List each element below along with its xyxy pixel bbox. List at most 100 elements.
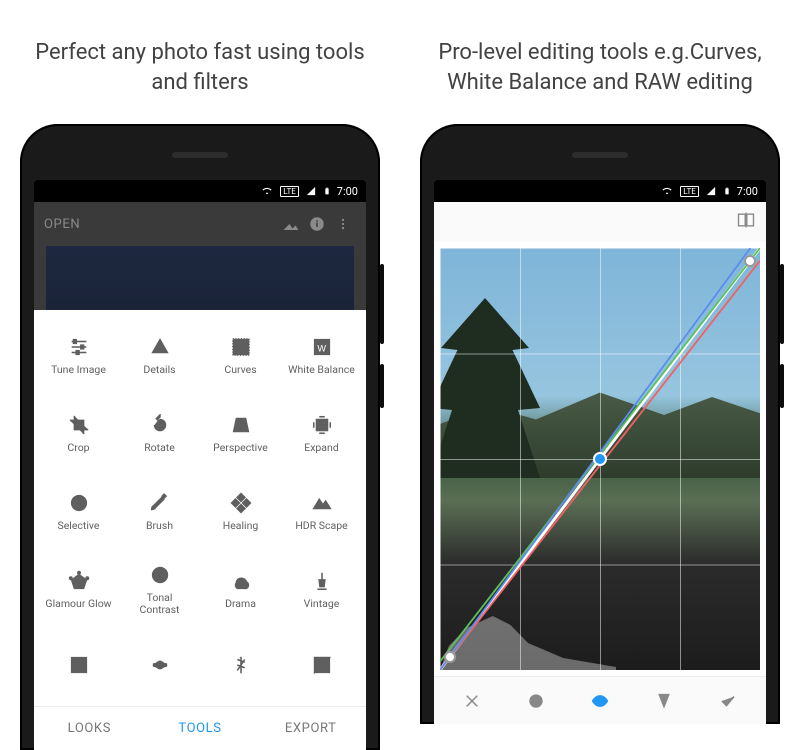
tool-vintage[interactable]: Vintage (281, 550, 362, 628)
curve-point-highlight[interactable] (744, 255, 756, 267)
open-button[interactable]: OPEN (44, 217, 80, 232)
tool-selective[interactable]: Selective (38, 472, 119, 550)
white-balance-icon: W (311, 335, 333, 359)
tools-panel: Tune Image Details Curves W White Balance Cro… (34, 310, 366, 750)
tool-hdr-scape[interactable]: HDR Scape (281, 472, 362, 550)
power-button (780, 364, 784, 408)
tool-tonal-contrast[interactable]: Tonal Contrast (119, 550, 200, 628)
power-button (380, 364, 384, 408)
channel-luminance-icon[interactable] (504, 692, 568, 710)
tool-label: Crop (67, 442, 89, 454)
curve-point-mid[interactable] (593, 452, 607, 466)
hdr-scape-icon (311, 491, 333, 515)
info-icon[interactable] (304, 215, 330, 233)
tool-label: Curves (224, 364, 256, 376)
tool-label: Tonal Contrast (126, 592, 194, 615)
grunge-icon (230, 653, 252, 677)
status-bar: LTE 7:00 (434, 180, 766, 202)
battery-icon (323, 185, 331, 197)
tool-details[interactable]: Details (119, 316, 200, 394)
tonal-contrast-icon (149, 563, 171, 587)
tab-tools[interactable]: TOOLS (145, 707, 256, 750)
tool-label: Drama (225, 598, 256, 610)
compare-icon[interactable] (736, 210, 756, 234)
tool-label: Vintage (304, 598, 340, 610)
details-icon (149, 335, 171, 359)
channel-picker-icon[interactable] (632, 692, 696, 710)
tool-grainy-film[interactable] (38, 628, 119, 706)
tool-expand[interactable]: Expand (281, 394, 362, 472)
selective-icon (68, 491, 90, 515)
tool-label: Expand (304, 442, 339, 454)
network-label: LTE (280, 186, 299, 197)
tool-label: Glamour Glow (45, 598, 111, 610)
volume-rocker (780, 264, 784, 344)
curves-editor[interactable] (434, 242, 766, 676)
healing-icon (230, 491, 252, 515)
signal-icon (305, 186, 317, 196)
drama-icon (230, 569, 252, 593)
rotate-icon (149, 413, 171, 437)
tool-black-white[interactable] (281, 628, 362, 706)
tool-grunge[interactable] (200, 628, 281, 706)
show-hide-icon[interactable] (568, 692, 632, 710)
retrolux-icon (149, 653, 171, 677)
curves-bottombar (434, 676, 766, 724)
caption-right: Pro-level editing tools e.g.Curves, Whit… (400, 0, 800, 124)
crop-icon (68, 413, 90, 437)
black-white-icon (311, 653, 333, 677)
phone-frame-right: LTE 7:00 (420, 124, 780, 724)
expand-icon (311, 413, 333, 437)
apply-button[interactable] (696, 692, 760, 710)
tool-curves[interactable]: Curves (200, 316, 281, 394)
tool-tune-image[interactable]: Tune Image (38, 316, 119, 394)
tool-label: Rotate (144, 442, 175, 454)
tab-export[interactable]: EXPORT (255, 707, 366, 750)
status-bar: LTE 7:00 (34, 180, 366, 202)
tool-label: Tune Image (51, 364, 106, 376)
phone-frame-left: LTE 7:00 OPEN (20, 124, 380, 750)
tool-label: HDR Scape (295, 520, 347, 532)
brush-icon (149, 491, 171, 515)
tune-image-icon (68, 335, 90, 359)
grainy-film-icon (68, 653, 90, 677)
overflow-icon[interactable] (330, 216, 356, 232)
tool-label: Selective (58, 520, 100, 532)
wifi-icon (260, 186, 274, 196)
stack-icon[interactable] (278, 215, 304, 233)
dimmed-preview-area: OPEN (34, 202, 366, 310)
tool-crop[interactable]: Crop (38, 394, 119, 472)
network-label: LTE (680, 186, 699, 197)
tool-label: White Balance (288, 364, 355, 376)
tool-drama[interactable]: Drama (200, 550, 281, 628)
tool-rotate[interactable]: Rotate (119, 394, 200, 472)
image-canvas[interactable] (440, 248, 760, 670)
tool-label: Perspective (213, 442, 268, 454)
tool-retrolux[interactable] (119, 628, 200, 706)
tool-perspective[interactable]: Perspective (200, 394, 281, 472)
phone-speaker (572, 152, 628, 158)
tool-glamour-glow[interactable]: Glamour Glow (38, 550, 119, 628)
vintage-icon (311, 569, 333, 593)
clock: 7:00 (337, 185, 358, 198)
curve-point-shadow[interactable] (444, 651, 456, 663)
tool-label: Details (143, 364, 175, 376)
cancel-button[interactable] (440, 692, 504, 710)
phone-speaker (172, 152, 228, 158)
tool-label: Healing (223, 520, 259, 532)
battery-icon (723, 185, 731, 197)
tool-healing[interactable]: Healing (200, 472, 281, 550)
svg-text:W: W (317, 343, 326, 353)
curves-icon (230, 335, 252, 359)
caption-left: Perfect any photo fast using tools and f… (0, 0, 400, 124)
tab-looks[interactable]: LOOKS (34, 707, 145, 750)
tool-white-balance[interactable]: W White Balance (281, 316, 362, 394)
image-preview (46, 246, 354, 310)
tool-label: Brush (146, 520, 173, 532)
signal-icon (705, 186, 717, 196)
curves-topbar (434, 202, 766, 242)
wifi-icon (660, 186, 674, 196)
glamour-glow-icon (68, 569, 90, 593)
perspective-icon (230, 413, 252, 437)
tool-brush[interactable]: Brush (119, 472, 200, 550)
